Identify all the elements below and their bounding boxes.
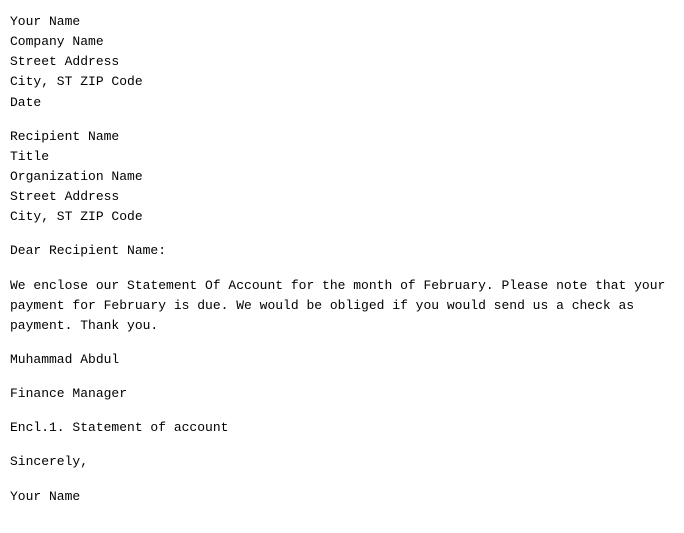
sender-name: Your Name xyxy=(10,12,674,32)
enclosure-block: Encl.1. Statement of account xyxy=(10,418,674,438)
signature-name-block: Muhammad Abdul xyxy=(10,350,674,370)
recipient-name: Recipient Name xyxy=(10,127,674,147)
salutation: Dear Recipient Name: xyxy=(10,241,674,261)
signature-name: Muhammad Abdul xyxy=(10,350,674,370)
enclosure: Encl.1. Statement of account xyxy=(10,418,674,438)
recipient-organization: Organization Name xyxy=(10,167,674,187)
signature-title: Finance Manager xyxy=(10,384,674,404)
sender-city: City, ST ZIP Code xyxy=(10,72,674,92)
sender-company: Company Name xyxy=(10,32,674,52)
closing-block: Sincerely, xyxy=(10,452,674,472)
sender-date: Date xyxy=(10,93,674,113)
letter-container: Your Name Company Name Street Address Ci… xyxy=(8,12,676,507)
closing: Sincerely, xyxy=(10,452,674,472)
recipient-block: Recipient Name Title Organization Name S… xyxy=(10,127,674,228)
salutation-block: Dear Recipient Name: xyxy=(10,241,674,261)
sender-street: Street Address xyxy=(10,52,674,72)
closing-name-block: Your Name xyxy=(10,487,674,507)
sender-block: Your Name Company Name Street Address Ci… xyxy=(10,12,674,113)
closing-name: Your Name xyxy=(10,487,674,507)
signature-title-block: Finance Manager xyxy=(10,384,674,404)
recipient-street: Street Address xyxy=(10,187,674,207)
body-paragraph: We enclose our Statement Of Account for … xyxy=(10,276,674,336)
recipient-city: City, ST ZIP Code xyxy=(10,207,674,227)
recipient-title: Title xyxy=(10,147,674,167)
